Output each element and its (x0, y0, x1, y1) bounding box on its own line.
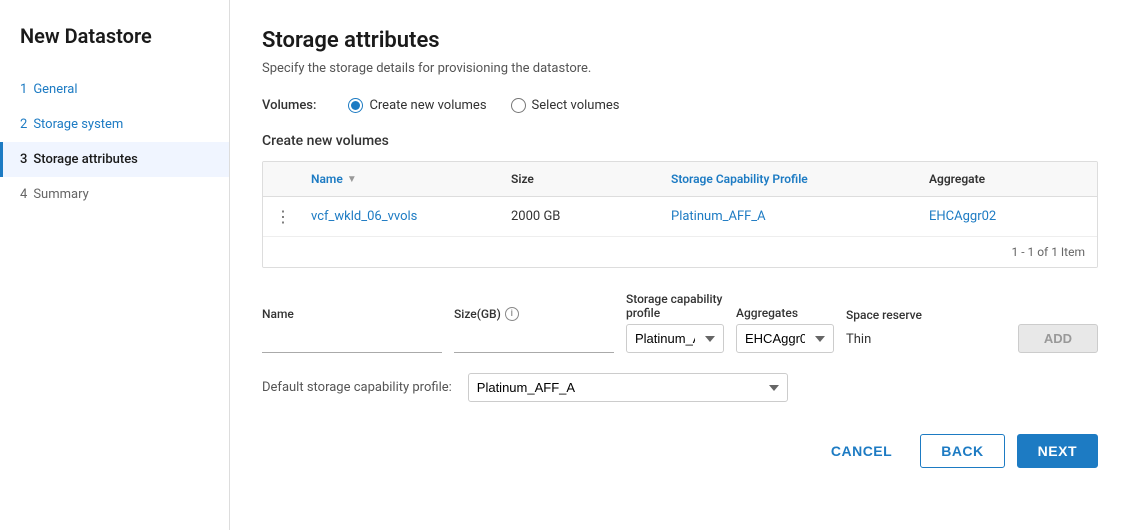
radio-create-volumes[interactable]: Create new volumes (348, 98, 486, 113)
sidebar-item-summary: 4 Summary (0, 177, 229, 212)
next-button[interactable]: NEXT (1017, 434, 1098, 468)
step-num-1: 1 (20, 82, 27, 97)
td-name[interactable]: vcf_wkld_06_vvols (299, 197, 499, 236)
sidebar-item-storage-system[interactable]: 2 Storage system (0, 107, 229, 142)
space-reserve-value: Thin (846, 326, 1006, 353)
form-group-add: ADD (1018, 324, 1098, 353)
step-num-4: 4 (20, 187, 27, 202)
radio-select-volumes-input[interactable] (511, 98, 526, 113)
table-header: Name ▼ Size Storage Capability Profile A… (263, 162, 1097, 197)
sidebar-item-general[interactable]: 1 General (0, 72, 229, 107)
th-profile: Storage Capability Profile (659, 162, 917, 196)
th-name: Name ▼ (299, 162, 499, 196)
page-title: Storage attributes (262, 28, 1098, 53)
form-label-name: Name (262, 307, 442, 321)
add-button[interactable]: ADD (1018, 324, 1098, 353)
radio-create-volumes-input[interactable] (348, 98, 363, 113)
th-drag (263, 162, 299, 196)
profile-select[interactable]: Platinum_AFF_A (626, 324, 724, 353)
td-size: 2000 GB (499, 197, 659, 236)
name-input[interactable] (262, 325, 442, 353)
form-label-space-reserve: Space reserve (846, 308, 1006, 322)
form-label-aggregates: Aggregates (736, 306, 834, 320)
form-group-aggregates: Aggregates EHCAggr02 - (25407.15 G (736, 306, 834, 353)
radio-create-volumes-label: Create new volumes (369, 98, 486, 113)
sidebar-title: New Datastore (0, 24, 229, 72)
size-input[interactable] (454, 325, 614, 353)
sidebar-item-label-general: General (33, 82, 77, 97)
form-group-name: Name (262, 307, 442, 353)
td-aggregate[interactable]: EHCAggr02 (917, 197, 1097, 236)
form-group-space-reserve: Space reserve Thin (846, 308, 1006, 353)
page-subtitle: Specify the storage details for provisio… (262, 61, 1098, 76)
table-row: ⋮ vcf_wkld_06_vvols 2000 GB Platinum_AFF… (263, 197, 1097, 237)
step-num-3: 3 (20, 152, 27, 167)
form-label-profile: Storage capability profile (626, 292, 724, 320)
info-icon[interactable]: i (505, 307, 519, 321)
drag-dots-icon: ⋮ (275, 207, 292, 226)
volumes-label: Volumes: (262, 98, 316, 113)
sidebar: New Datastore 1 General 2 Storage system… (0, 0, 230, 530)
radio-select-volumes[interactable]: Select volumes (511, 98, 620, 113)
volumes-row: Volumes: Create new volumes Select volum… (262, 98, 1098, 113)
aggregates-select[interactable]: EHCAggr02 - (25407.15 G (736, 324, 834, 353)
sidebar-item-label-storage-system: Storage system (33, 117, 123, 132)
section-label: Create new volumes (262, 133, 1098, 149)
sidebar-item-label-summary: Summary (33, 187, 88, 202)
radio-select-volumes-label: Select volumes (532, 98, 620, 113)
table-pagination: 1 - 1 of 1 Item (263, 237, 1097, 267)
default-profile-label: Default storage capability profile: (262, 380, 452, 395)
form-group-size: Size(GB) i (454, 307, 614, 353)
footer: CANCEL BACK NEXT (262, 426, 1098, 468)
default-profile-row: Default storage capability profile: Plat… (262, 373, 1098, 402)
volumes-table: Name ▼ Size Storage Capability Profile A… (262, 161, 1098, 268)
sort-icon-name: ▼ (347, 174, 357, 185)
form-section: Name Size(GB) i Storage capability profi… (262, 292, 1098, 353)
step-num-2: 2 (20, 117, 27, 132)
main-content: Storage attributes Specify the storage d… (230, 0, 1130, 530)
back-button[interactable]: BACK (920, 434, 1004, 468)
form-label-size: Size(GB) i (454, 307, 614, 321)
cancel-button[interactable]: CANCEL (815, 434, 908, 468)
default-profile-select[interactable]: Platinum_AFF_A (468, 373, 788, 402)
td-drag: ⋮ (263, 197, 299, 236)
sidebar-item-storage-attributes[interactable]: 3 Storage attributes (0, 142, 229, 177)
sidebar-item-label-storage-attributes: Storage attributes (33, 152, 137, 167)
td-profile[interactable]: Platinum_AFF_A (659, 197, 917, 236)
th-aggregate: Aggregate (917, 162, 1097, 196)
form-group-profile: Storage capability profile Platinum_AFF_… (626, 292, 724, 353)
th-size: Size (499, 162, 659, 196)
